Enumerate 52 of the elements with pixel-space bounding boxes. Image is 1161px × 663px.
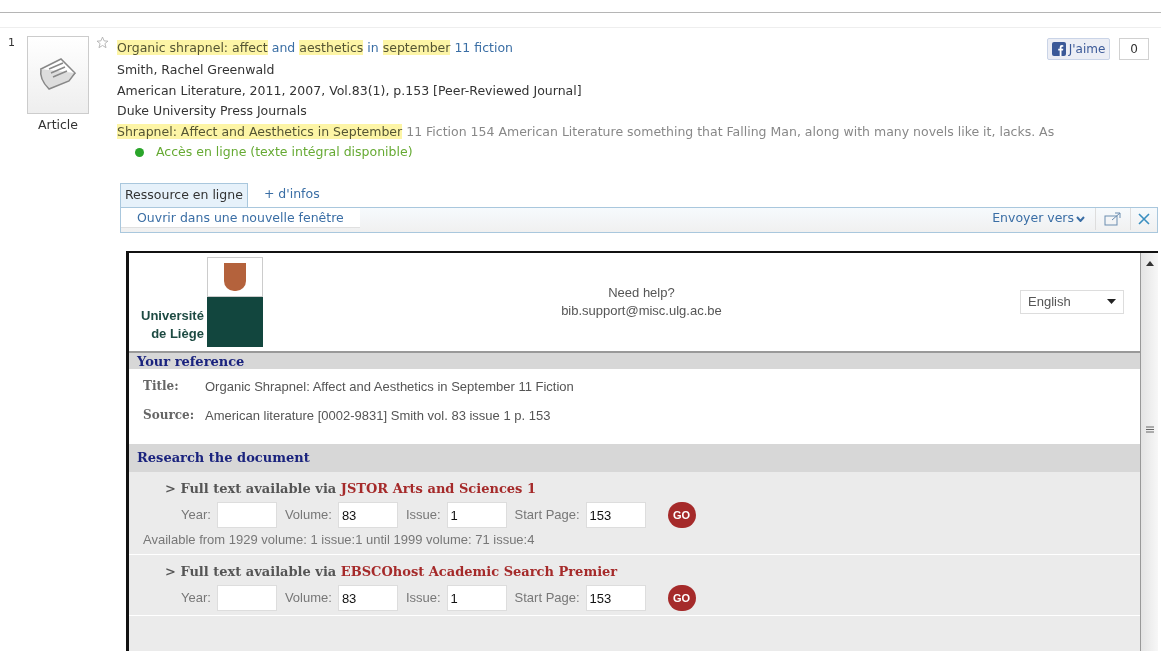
tab[interactable]: Ressource en ligne — [120, 182, 248, 207]
result-title-link[interactable]: Organic shrapnel: affect and aesthetics in september 11 fiction — [117, 38, 1047, 59]
reference-value: Organic Shrapnel: Affect and Aesthetics in September 11 Fiction — [205, 377, 574, 396]
input-field[interactable]: 83 — [337, 585, 398, 611]
input-field[interactable]: 83 — [337, 502, 398, 528]
field-label: Volume: — [284, 506, 332, 525]
input-field[interactable]: 153 — [585, 502, 646, 528]
field-label: Year: — [181, 506, 211, 525]
scrollbar[interactable] — [1140, 252, 1158, 651]
snippet-text: Shrapnel: Affect and Aesthetics in September 11 Fiction 154 American Literature something that Falling Man, along with many novels like it, lacks. As — [117, 122, 1056, 141]
result-number: 1 — [8, 36, 16, 51]
coverage-text: Available from 1929 volume: 1 issue:1 until 1999 volume: 71 issue:4 — [142, 531, 536, 549]
author-text: Smith, Rachel Greenwald — [117, 61, 276, 79]
star-icon[interactable] — [96, 36, 109, 49]
go-button[interactable]: GO — [667, 585, 696, 611]
input-field[interactable]: 153 — [585, 585, 646, 611]
facebook-icon — [1051, 42, 1066, 56]
open-new-window-link[interactable]: Ouvrir dans une nouvelle fenêtre — [121, 207, 360, 228]
field-label: Start Page: — [514, 589, 580, 608]
reference-value: American literature [0002-9831] Smith vol. 83 issue 1 p. 153 — [205, 407, 551, 425]
input-field[interactable] — [216, 502, 277, 528]
section-heading: Research the document — [137, 448, 310, 467]
scroll-grip-icon — [1145, 425, 1154, 433]
reference-label: Source: — [143, 407, 196, 424]
like-count: 0 — [1119, 38, 1149, 60]
source-heading: > Full text available via EBSCOhost Academic Search Premier — [164, 562, 619, 581]
tab[interactable]: + d'infos — [259, 182, 324, 207]
field-label: Start Page: — [514, 506, 580, 525]
go-button[interactable]: GO — [667, 502, 696, 528]
document-icon — [27, 36, 89, 114]
reference-label: Title: — [143, 377, 180, 395]
publisher-text: Duke University Press Journals — [117, 102, 308, 120]
input-field[interactable]: 1 — [446, 585, 507, 611]
like-button[interactable]: J'aime — [1046, 38, 1111, 60]
input-field[interactable] — [216, 585, 277, 611]
source-heading: > Full text available via JSTOR Arts and Sciences 1 — [164, 479, 537, 498]
language-select[interactable]: English — [1020, 289, 1124, 314]
send-to-button[interactable]: Envoyer vers — [982, 209, 1095, 228]
field-label: Issue: — [405, 506, 441, 525]
university-logo: Université de Liège — [141, 256, 263, 347]
help-text: Need help? — [608, 283, 675, 302]
field-label: Year: — [181, 589, 211, 608]
field-label: Volume: — [284, 589, 332, 608]
scroll-up-icon — [1145, 260, 1154, 266]
field-label: Issue: — [405, 589, 441, 608]
citation-text: American Literature, 2011, 2007, Vol.83(1), p.153 [Peer-Reviewed Journal] — [117, 81, 583, 100]
type-label: Article — [37, 116, 79, 134]
section-heading: Your reference — [137, 353, 245, 369]
input-field[interactable]: 1 — [446, 502, 507, 528]
caret-icon — [1076, 215, 1085, 222]
support-email: bib.support@misc.ulg.ac.be — [561, 301, 722, 320]
caret-icon — [1107, 298, 1116, 305]
